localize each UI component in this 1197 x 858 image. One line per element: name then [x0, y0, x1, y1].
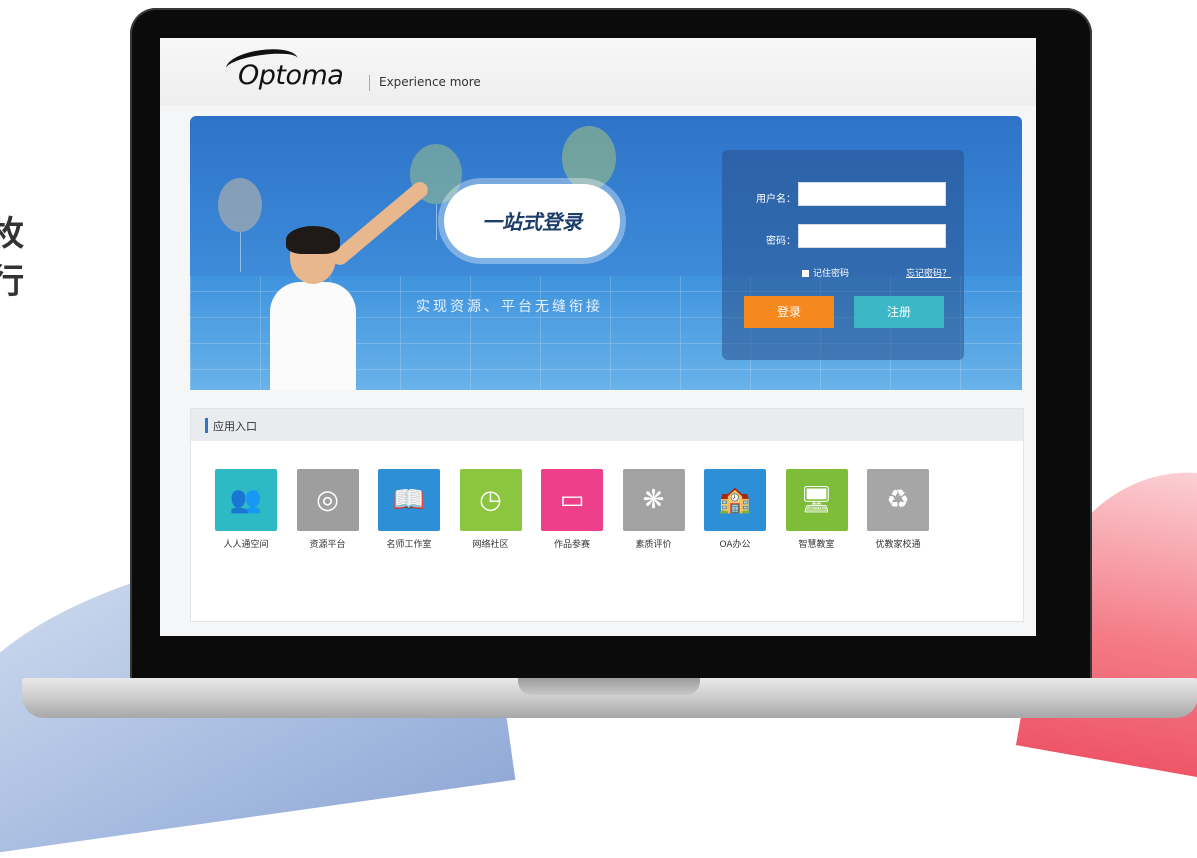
- register-button[interactable]: 注册: [854, 296, 944, 328]
- app-tile[interactable]: 🏫: [704, 469, 766, 531]
- app-tile[interactable]: ▭: [541, 469, 603, 531]
- side-heading: 枚 行: [0, 210, 26, 306]
- app-tile[interactable]: ❋: [622, 469, 685, 531]
- child-hair: [286, 226, 340, 254]
- brand-logo[interactable]: Optoma: [238, 60, 344, 91]
- cloud-text: 一站式登录: [482, 210, 582, 234]
- app-label[interactable]: 网络社区: [446, 537, 536, 550]
- balloon-string: [240, 232, 241, 272]
- password-input[interactable]: [798, 224, 946, 248]
- child-shirt: [270, 282, 356, 390]
- login-panel: 用户名： 密码： 记住密码 忘记密码？ 登录 注册: [722, 150, 964, 360]
- flower-icon: ❋: [642, 485, 665, 515]
- screen-icon: 🖥: [799, 485, 833, 515]
- remember-password-checkbox[interactable]: 记住密码: [802, 266, 849, 279]
- app-label[interactable]: 资源平台: [283, 537, 373, 550]
- username-input[interactable]: [798, 182, 946, 206]
- app-label[interactable]: 作品参赛: [527, 537, 617, 550]
- hero-banner: 一站式登录 实现资源、平台无缝衔接 用户名： 密码： 记住密码 忘记密码？ 登录…: [190, 116, 1022, 390]
- logo-divider: [369, 75, 370, 91]
- app-entry-title: 应用入口: [213, 420, 257, 433]
- app-entry-header: 应用入口: [191, 409, 1023, 441]
- banner-slogan: 实现资源、平台无缝衔接: [416, 299, 603, 315]
- balloon-icon: [218, 178, 262, 232]
- child-arm: [328, 178, 432, 269]
- laptop-notch: [518, 678, 700, 695]
- app-entry-panel: 应用入口 👥 人人通空间 ◎ 资源平台 📖 名师工作室 ◷ 网络社区 ▭ 作品参赛 ❋ 素质评价 🏫 OA…: [190, 408, 1024, 622]
- app-label[interactable]: OA办公: [690, 537, 780, 550]
- brand-tagline: Experience more: [379, 75, 481, 89]
- recycle-icon: ♻: [886, 485, 910, 515]
- site-header: Optoma Experience more: [160, 38, 1036, 106]
- username-label: 用户名：: [756, 194, 796, 205]
- app-tile[interactable]: ◎: [296, 469, 359, 531]
- app-label[interactable]: 素质评价: [609, 537, 699, 550]
- app-label[interactable]: 名师工作室: [364, 537, 454, 550]
- side-heading-line: 行: [0, 262, 26, 302]
- app-label[interactable]: 智慧教室: [772, 537, 862, 550]
- app-tile[interactable]: ♻: [867, 469, 929, 531]
- side-heading-line: 枚: [0, 214, 26, 254]
- remember-password-label: 记住密码: [813, 269, 850, 279]
- laptop-screen: Optoma Experience more 一站式登录 实现资源、平台无缝衔接…: [160, 38, 1036, 636]
- forgot-password-link[interactable]: 忘记密码？: [906, 266, 951, 279]
- balloon-string: [436, 204, 437, 240]
- clock-icon: ◷: [479, 485, 502, 515]
- app-tile[interactable]: 📖: [378, 469, 440, 531]
- app-tile[interactable]: 👥: [215, 469, 277, 531]
- app-tile[interactable]: 🖥: [785, 469, 848, 531]
- disc-icon: ◎: [316, 485, 339, 515]
- login-button[interactable]: 登录: [744, 296, 834, 328]
- password-label: 密码：: [766, 236, 796, 247]
- checkbox-icon[interactable]: [802, 270, 809, 277]
- users-icon: 👥: [229, 485, 263, 515]
- book-icon: 📖: [392, 485, 426, 515]
- app-tile[interactable]: ◷: [459, 469, 522, 531]
- balloon-icon: [562, 126, 616, 190]
- app-label[interactable]: 优教家校通: [853, 537, 943, 550]
- monitor-icon: ▭: [559, 485, 585, 515]
- speech-cloud: 一站式登录: [444, 184, 620, 258]
- section-marker: [205, 418, 208, 433]
- child-illustration: [260, 178, 432, 390]
- app-label[interactable]: 人人通空间: [201, 537, 291, 550]
- building-icon: 🏫: [718, 485, 752, 515]
